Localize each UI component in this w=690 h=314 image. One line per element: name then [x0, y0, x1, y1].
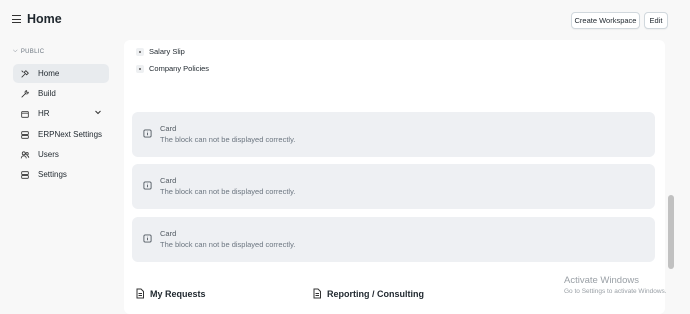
card-title: Card	[160, 229, 177, 238]
page-title: Home	[27, 12, 62, 26]
sidebar: ⌵ PUBLIC Home Build HR ERPNext Settings	[0, 40, 120, 314]
link-company-policies[interactable]: Company Policies	[136, 64, 209, 73]
sidebar-item-users[interactable]: Users	[13, 145, 109, 164]
edit-button[interactable]: Edit	[644, 12, 668, 29]
sidebar-item-label: ERPNext Settings	[38, 130, 103, 139]
users-icon	[19, 149, 31, 161]
section-reporting-consulting: Reporting / Consulting	[312, 288, 424, 299]
sidebar-item-erpnext-settings[interactable]: ERPNext Settings	[13, 125, 109, 144]
create-workspace-button[interactable]: Create Workspace	[571, 12, 640, 29]
sidebar-item-settings[interactable]: Settings	[13, 165, 109, 184]
section-title: My Requests	[150, 288, 206, 299]
sidebar-item-label: HR	[38, 109, 50, 118]
section-my-requests: My Requests	[135, 288, 206, 299]
bullet-icon	[136, 64, 144, 73]
sidebar-item-label: Home	[38, 69, 60, 78]
card-title: Card	[160, 124, 177, 133]
sidebar-item-build[interactable]: Build	[13, 84, 109, 103]
info-icon	[143, 234, 152, 243]
card-message: The block can not be displayed correctly…	[160, 135, 296, 144]
info-icon	[143, 181, 152, 190]
link-label: Company Policies	[149, 64, 210, 73]
chevron-down-icon[interactable]	[94, 108, 102, 118]
folder-icon	[19, 108, 31, 120]
sidebar-item-label: Settings	[38, 170, 67, 179]
watermark-line1: Activate Windows	[564, 275, 639, 286]
card-title: Card	[160, 176, 177, 185]
card-block: Card The block can not be displayed corr…	[132, 164, 655, 209]
file-icon	[313, 288, 321, 299]
top-bar: Home Create Workspace Edit	[0, 0, 690, 40]
sidebar-section-label: PUBLIC	[20, 48, 45, 55]
sidebar-item-label: Build	[38, 89, 56, 98]
server-icon	[19, 169, 31, 181]
card-message: The block can not be displayed correctly…	[160, 240, 296, 249]
section-title: Reporting / Consulting	[327, 288, 424, 299]
server-icon	[19, 129, 31, 141]
chevron-down-icon: ⌵	[13, 48, 18, 54]
sidebar-section-public[interactable]: ⌵ PUBLIC	[13, 48, 44, 55]
sidebar-item-home[interactable]: Home	[13, 64, 109, 83]
tool-icon	[19, 68, 31, 80]
link-label: Salary Slip	[149, 47, 185, 56]
info-icon	[143, 129, 152, 138]
wrench-icon	[19, 88, 31, 100]
windows-activation-watermark: Activate Windows Go to Settings to activ…	[564, 275, 667, 295]
file-icon	[136, 288, 144, 299]
bullet-icon	[136, 47, 144, 56]
workspace-main: Salary Slip Company Policies Card The bl…	[124, 40, 665, 314]
link-salary-slip[interactable]: Salary Slip	[136, 47, 185, 56]
card-block: Card The block can not be displayed corr…	[132, 217, 655, 262]
watermark-line2: Go to Settings to activate Windows.	[564, 288, 667, 295]
scrollbar[interactable]	[668, 195, 674, 269]
sidebar-item-hr[interactable]: HR	[13, 104, 109, 123]
card-message: The block can not be displayed correctly…	[160, 187, 296, 196]
menu-icon[interactable]	[12, 15, 21, 23]
sidebar-item-label: Users	[38, 150, 59, 159]
card-block: Card The block can not be displayed corr…	[132, 112, 655, 157]
